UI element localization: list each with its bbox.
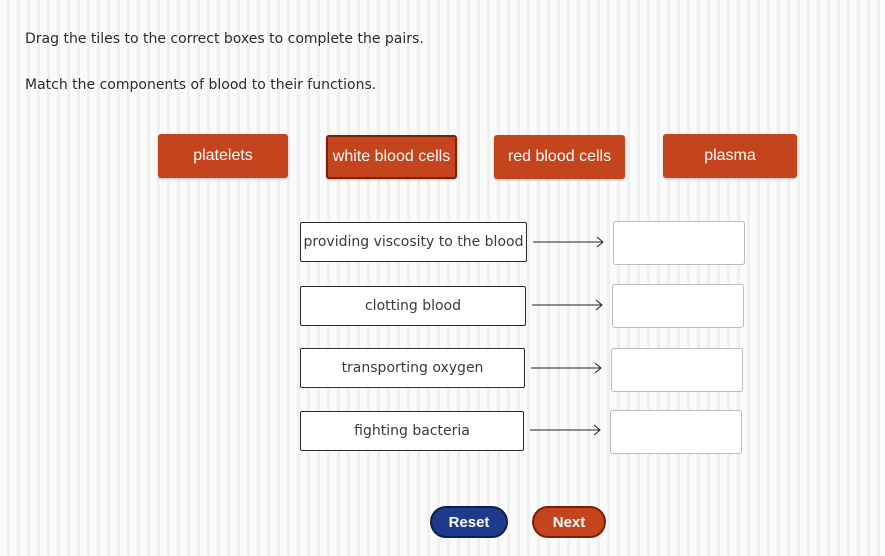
- prompt-providing-viscosity: providing viscosity to the blood: [300, 222, 527, 262]
- tile-plasma[interactable]: plasma: [663, 134, 797, 178]
- arrow-right-icon: [530, 424, 601, 436]
- prompt-clotting-blood: clotting blood: [300, 286, 526, 326]
- drop-box-4[interactable]: [610, 410, 742, 454]
- question-screen: Drag the tiles to the correct boxes to c…: [0, 0, 885, 556]
- drop-box-1[interactable]: [613, 221, 745, 265]
- drop-box-2[interactable]: [612, 284, 744, 328]
- drop-box-3[interactable]: [611, 348, 743, 392]
- arrow-right-icon: [533, 236, 604, 248]
- instruction-drag: Drag the tiles to the correct boxes to c…: [25, 31, 424, 47]
- prompt-transporting-oxygen: transporting oxygen: [300, 348, 525, 388]
- prompt-fighting-bacteria: fighting bacteria: [300, 411, 524, 451]
- tile-red-blood-cells[interactable]: red blood cells: [494, 135, 625, 179]
- tile-platelets[interactable]: platelets: [158, 134, 288, 178]
- arrow-right-icon: [531, 362, 602, 374]
- instruction-match: Match the components of blood to their f…: [25, 77, 377, 93]
- arrow-right-icon: [532, 299, 603, 311]
- next-button[interactable]: Next: [532, 506, 606, 538]
- reset-button[interactable]: Reset: [430, 506, 508, 538]
- tile-white-blood-cells[interactable]: white blood cells: [326, 135, 457, 179]
